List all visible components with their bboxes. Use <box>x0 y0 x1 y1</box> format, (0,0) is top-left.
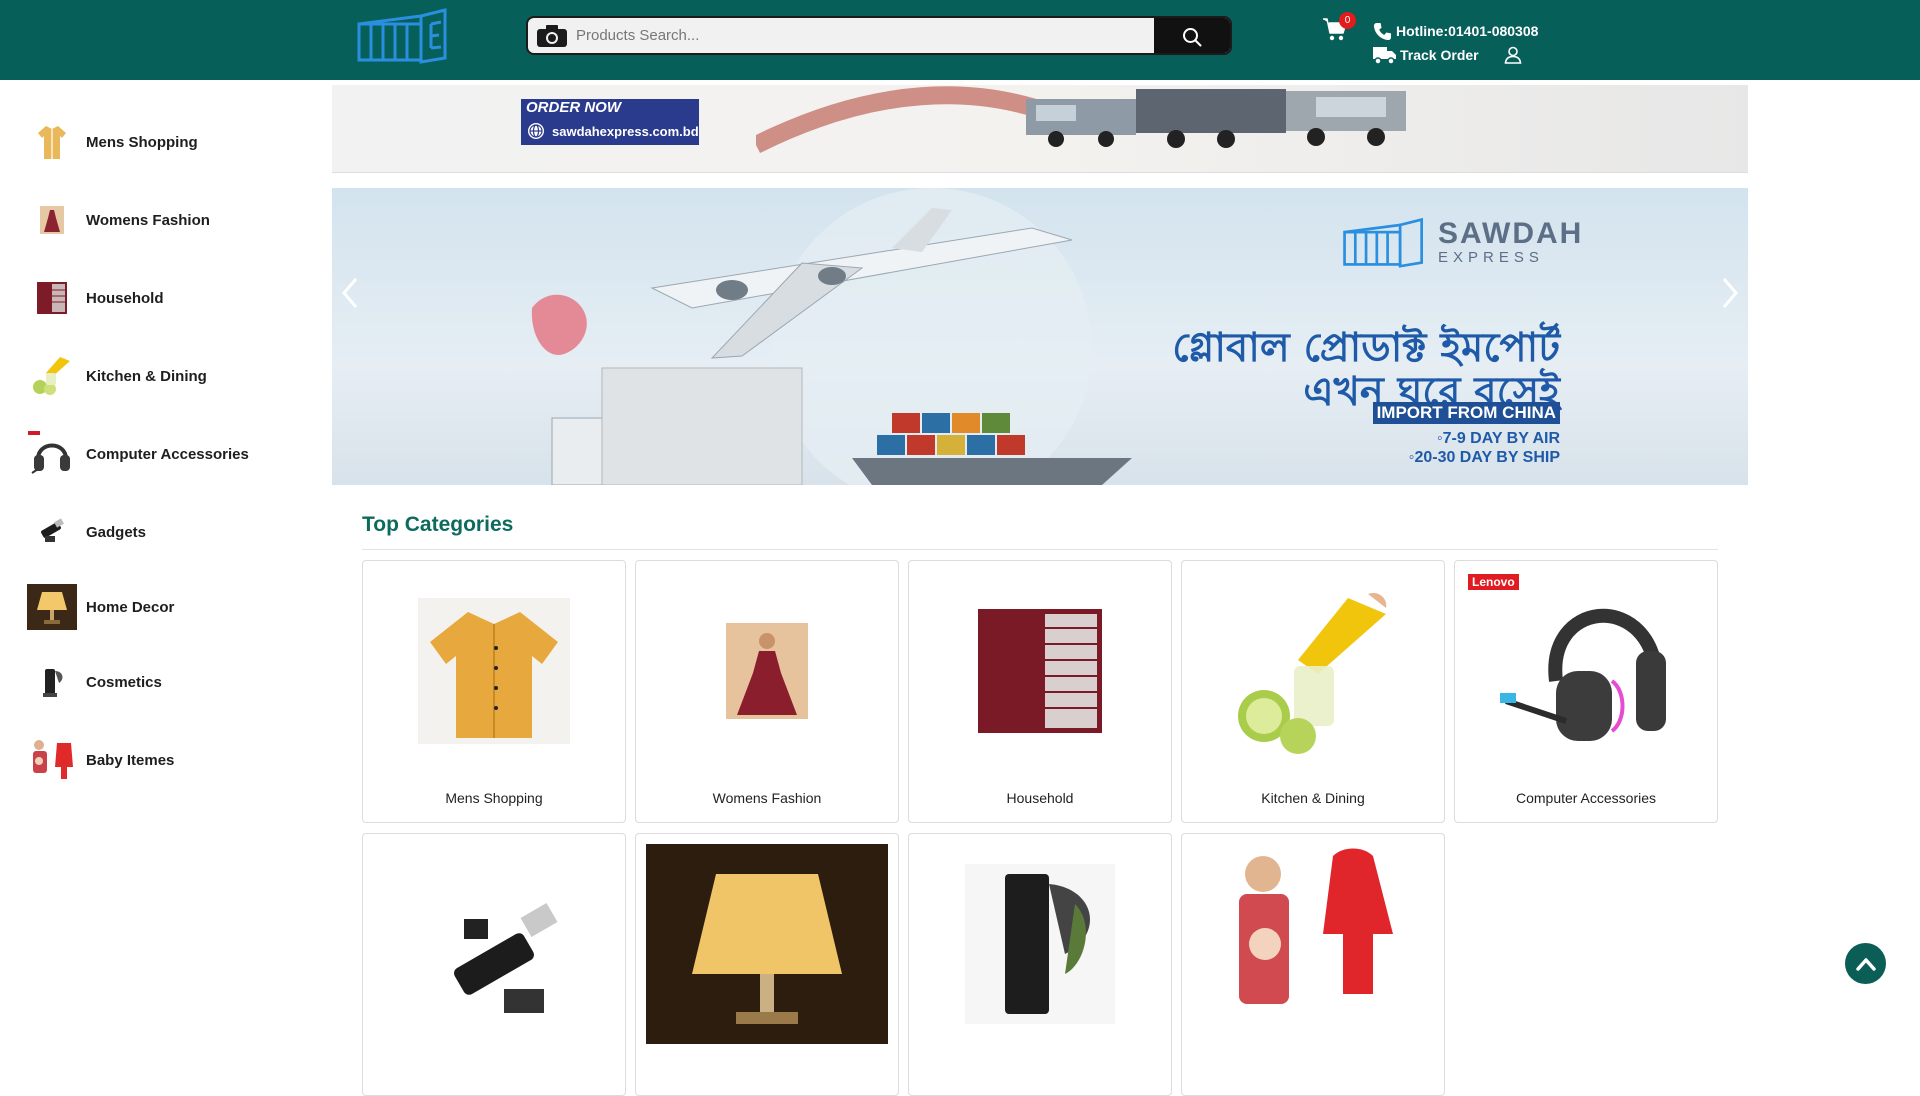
sidebar-item-label: Mens Shopping <box>86 133 198 151</box>
camera-icon[interactable] <box>536 24 568 48</box>
chevron-up-icon <box>1855 957 1876 971</box>
slider-next-arrow[interactable] <box>1718 273 1742 313</box>
sidebar-item-womens-fashion[interactable]: Womens Fashion <box>27 195 317 245</box>
sidebar-item-label: Gadgets <box>86 523 147 541</box>
sidebar-item-label: Womens Fashion <box>86 211 210 229</box>
promo-banner-top[interactable]: ORDER NOW sawdahexpress.com.bd <box>332 85 1748 173</box>
brand-name: SAWDAH <box>1438 216 1584 250</box>
sidebar-item-mens-shopping[interactable]: Mens Shopping <box>27 117 317 167</box>
lamp-icon <box>27 584 77 630</box>
category-card-gadgets[interactable] <box>362 833 626 1096</box>
hotline[interactable]: Hotline:01401-080308 <box>1373 20 1538 42</box>
headset-icon <box>1465 571 1707 771</box>
phone-icon <box>1373 22 1392 40</box>
import-label: IMPORT FROM CHINA <box>1372 402 1560 424</box>
shirt-icon <box>373 571 615 771</box>
sidebar-item-home-decor[interactable]: Home Decor <box>27 582 317 632</box>
truck-icon <box>1373 47 1396 65</box>
category-label: Womens Fashion <box>712 790 822 806</box>
globe-icon <box>528 123 544 139</box>
track-order-label: Track Order <box>1400 47 1479 63</box>
category-card-cosmetics[interactable] <box>908 833 1172 1096</box>
order-url: sawdahexpress.com.bd <box>552 123 699 139</box>
baby-carrier-icon <box>27 737 77 783</box>
gadget-icon <box>27 509 77 555</box>
sidebar-item-label: Kitchen & Dining <box>86 367 207 385</box>
headset-icon <box>27 431 77 477</box>
cabinet-icon <box>919 571 1161 771</box>
brand-sub: EXPRESS <box>1438 248 1544 266</box>
sidebar-item-label: Cosmetics <box>86 673 162 691</box>
air-delivery-text: ◦7-9 DAY BY AIR <box>1436 430 1560 447</box>
lamp-icon <box>646 844 888 1044</box>
shirt-icon <box>27 119 77 165</box>
category-card-womens-fashion[interactable]: Womens Fashion <box>635 560 899 823</box>
hero-slider[interactable]: SAWDAH EXPRESS গ্লোবাল প্রোডাক্ট ইমপোর্ট… <box>332 188 1748 485</box>
category-card-household[interactable]: Household <box>908 560 1172 823</box>
slider-prev-arrow[interactable] <box>338 273 362 313</box>
search-input[interactable] <box>576 18 1176 53</box>
sidebar-item-label: Computer Accessories <box>86 445 249 463</box>
sawdah-logo[interactable] <box>357 6 449 64</box>
sidebar-item-cosmetics[interactable]: Cosmetics <box>27 657 317 707</box>
sidebar-item-label: Home Decor <box>86 598 175 616</box>
cabinet-icon <box>27 275 77 321</box>
track-order-link[interactable]: Track Order <box>1373 44 1479 66</box>
sidebar-item-computer-accessories[interactable]: Computer Accessories <box>27 429 317 479</box>
dress-icon <box>27 197 77 243</box>
cosmetics-icon <box>919 844 1161 1044</box>
category-card-kitchen-dining[interactable]: Kitchen & Dining <box>1181 560 1445 823</box>
ship-delivery-text: ◦20-30 DAY BY SHIP <box>1408 449 1560 466</box>
category-card-mens-shopping[interactable]: Mens Shopping <box>362 560 626 823</box>
dress-icon <box>646 571 888 771</box>
sidebar-item-label: Household <box>86 289 164 307</box>
sidebar-item-baby-itemes[interactable]: Baby Itemes <box>27 735 317 785</box>
top-categories-title: Top Categories <box>362 513 514 536</box>
category-label: Kitchen & Dining <box>1261 790 1365 806</box>
category-card-baby-itemes[interactable] <box>1181 833 1445 1096</box>
baby-carrier-icon <box>1192 844 1434 1044</box>
lemon-squeezer-icon <box>27 353 77 399</box>
order-now-text: ORDER NOW <box>526 99 621 116</box>
category-sidebar: Mens Shopping Womens Fashion Household K… <box>0 80 330 993</box>
category-label: Mens Shopping <box>445 790 543 806</box>
section-divider <box>362 549 1718 550</box>
truck-fleet-illustration <box>756 86 1406 154</box>
sawdah-brand: SAWDAH EXPRESS <box>1338 216 1583 268</box>
sidebar-item-household[interactable]: Household <box>27 273 317 323</box>
lemon-squeezer-icon <box>1192 571 1434 771</box>
search-icon <box>1183 27 1202 46</box>
category-label: Computer Accessories <box>1515 790 1657 806</box>
category-card-home-decor[interactable] <box>635 833 899 1096</box>
sidebar-item-label: Baby Itemes <box>86 751 175 769</box>
search-bar <box>526 16 1232 55</box>
hotline-text: Hotline:01401-080308 <box>1396 23 1539 39</box>
cosmetics-icon <box>27 659 77 705</box>
sidebar-item-kitchen-dining[interactable]: Kitchen & Dining <box>27 351 317 401</box>
category-label: Household <box>1006 790 1074 806</box>
sawdah-logo <box>1343 217 1423 268</box>
back-to-top-button[interactable] <box>1845 943 1886 984</box>
user-account-icon[interactable] <box>1504 46 1522 64</box>
category-card-computer-accessories[interactable]: Lenovo Computer Accessories <box>1454 560 1718 823</box>
cart-count-badge: 0 <box>1339 12 1356 29</box>
search-button[interactable] <box>1154 18 1230 53</box>
gadget-icon <box>373 844 615 1044</box>
top-header: 0 Hotline:01401-080308 Track Order <box>0 0 1920 80</box>
sidebar-item-gadgets[interactable]: Gadgets <box>27 507 317 557</box>
